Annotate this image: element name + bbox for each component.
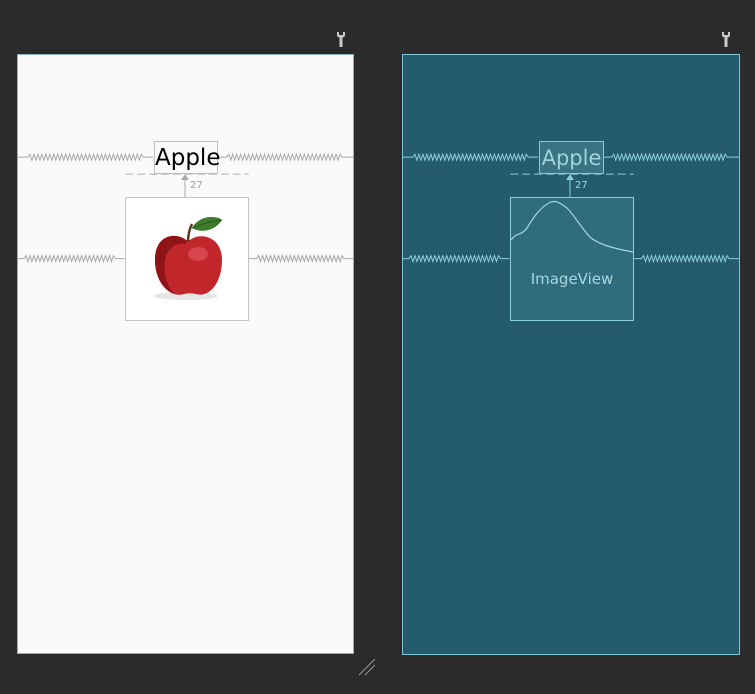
design-surface[interactable]: Apple 27 xyxy=(17,54,354,654)
apple-textview-blueprint[interactable]: Apple xyxy=(539,141,604,174)
apple-image xyxy=(154,217,223,300)
image-preview-graph-icon xyxy=(511,200,633,253)
imageview-label: ImageView xyxy=(530,270,614,288)
imageview-blueprint[interactable]: ImageView xyxy=(510,197,634,321)
design-options-wrench-icon[interactable] xyxy=(336,32,346,48)
apple-imageview[interactable] xyxy=(125,197,249,321)
resize-handle-icon[interactable] xyxy=(358,658,376,676)
apple-textview[interactable]: Apple xyxy=(154,141,220,174)
blueprint-options-wrench-icon[interactable] xyxy=(721,32,731,48)
top-margin-value: 27 xyxy=(190,180,203,191)
blueprint-surface[interactable]: Apple 27 ImageView xyxy=(402,54,740,655)
top-margin-value-blueprint: 27 xyxy=(575,180,588,191)
